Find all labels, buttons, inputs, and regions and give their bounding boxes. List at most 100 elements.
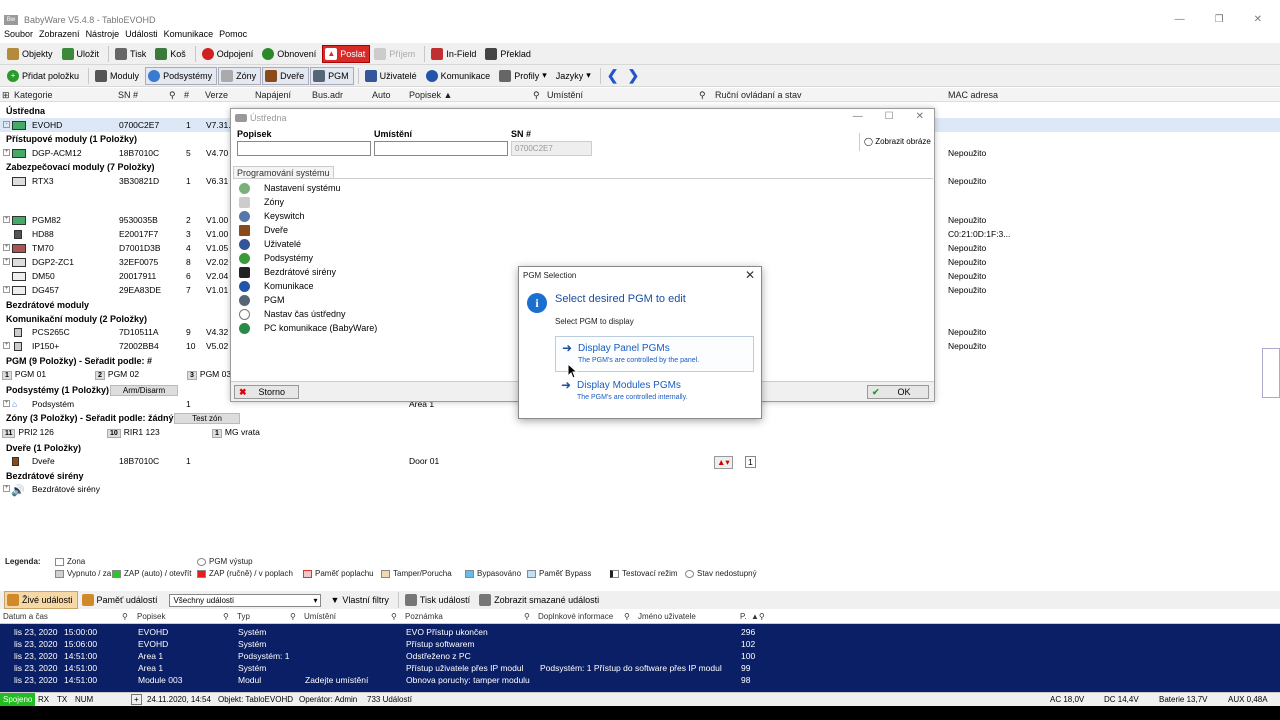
menu-komunikace[interactable]: Komunikace (164, 29, 214, 43)
disconnect-button[interactable]: Odpojení (199, 45, 259, 63)
zone-item[interactable]: 1 MG vrata (212, 427, 260, 438)
col-busadr[interactable]: Bus.adr (312, 90, 343, 100)
tree-row[interactable]: Dveře 18B7010C 1 Door 01 ▲▾ 1 (0, 454, 1280, 469)
prog-item[interactable]: Dveře (239, 223, 288, 237)
prog-item[interactable]: PC komunikace (BabyWare) (239, 321, 377, 335)
search-icon[interactable]: ⚲ (391, 612, 397, 621)
col-rucni[interactable]: Ruční ovládaní a stav (715, 90, 802, 100)
prog-item[interactable]: Bezdrátové sirény (239, 265, 336, 279)
minimize-icon[interactable]: — (853, 111, 863, 122)
prog-item[interactable]: Zóny (239, 195, 284, 209)
event-row[interactable]: lis 23, 2020 14:51:00 Area 1 Systém Přístu… (0, 662, 1280, 674)
receive-button[interactable]: Příjem (371, 45, 420, 63)
zone-item[interactable]: 11 PRI2 126 (2, 427, 54, 438)
display-panel-pgms-option[interactable]: ➜ Display Panel PGMs The PGM's are contr… (555, 336, 754, 372)
search-icon[interactable]: ⚲ (533, 90, 540, 101)
zones-button[interactable]: Zóny (218, 66, 262, 85)
col-ev-jmeno[interactable]: Jméno uživatele (638, 612, 696, 621)
prog-item[interactable]: Uživatelé (239, 237, 301, 251)
event-row[interactable]: lis 23, 2020 14:51:00 Module 003 Modul Zad… (0, 674, 1280, 686)
communication-button[interactable]: Komunikace (423, 67, 496, 85)
plus-icon[interactable]: + (131, 694, 142, 705)
profiles-button[interactable]: Profily ▾ (496, 67, 552, 85)
trash-button[interactable]: Koš (152, 45, 191, 63)
event-row[interactable]: lis 23, 2020 15:06:00 EVOHD Systém Přístup… (0, 638, 1280, 650)
umisteni-input[interactable] (374, 141, 508, 156)
live-events-button[interactable]: Živé události (4, 591, 78, 609)
prog-item[interactable]: Keyswitch (239, 209, 305, 223)
tree-row[interactable]: + 🔊 Bezdrátové sirény (0, 482, 1280, 497)
col-date[interactable]: Datum a čas (3, 612, 48, 621)
search-icon[interactable]: ⚲ (524, 612, 530, 621)
event-memory-button[interactable]: Paměť událostí (79, 591, 163, 609)
col-verze[interactable]: Verze (205, 90, 228, 100)
test-zones-button[interactable]: Test zón (174, 413, 240, 424)
forward-button[interactable]: ❯ (625, 67, 645, 85)
close-icon[interactable]: ✕ (745, 268, 755, 282)
translate-button[interactable]: Překlad (482, 45, 536, 63)
close-window-icon[interactable]: ✕ (1254, 14, 1262, 25)
pgm-item[interactable]: 3 PGM 03 (187, 369, 231, 380)
door-control-dropdown[interactable]: ▲▾ (714, 456, 733, 469)
minimize-icon[interactable]: — (1175, 14, 1185, 25)
users-button[interactable]: Uživatelé (362, 67, 422, 85)
save-button[interactable]: Uložit (59, 45, 105, 63)
zone-item[interactable]: 10 RIR1 123 (107, 427, 160, 438)
maximize-icon[interactable]: ☐ (885, 111, 894, 122)
arm-disarm-button[interactable]: Arm/Disarm (110, 385, 178, 396)
display-modules-pgms-option[interactable]: ➜ Display Modules PGMs The PGM's are con… (555, 374, 754, 410)
col-popisek[interactable]: Popisek ▲ (409, 90, 452, 100)
pgm-item[interactable]: 1 PGM 01 (2, 369, 46, 380)
menu-udalosti[interactable]: Události (125, 29, 158, 43)
search-icon[interactable]: ⚲ (699, 90, 706, 101)
col-auto[interactable]: Auto (372, 90, 391, 100)
search-icon[interactable]: ⚲ (290, 612, 296, 621)
search-icon[interactable]: ⚲ (223, 612, 229, 621)
send-button[interactable]: ▲ Poslat (322, 44, 371, 63)
cancel-button[interactable]: ✖ Storno (234, 385, 299, 399)
popisek-input[interactable] (237, 141, 371, 156)
col-ev-umisteni[interactable]: Umístění (304, 612, 336, 621)
prog-item[interactable]: Podsystémy (239, 251, 313, 265)
ok-button[interactable]: ✔ OK (867, 385, 929, 399)
objects-button[interactable]: Objekty (4, 45, 58, 63)
menu-zobrazeni[interactable]: Zobrazení (39, 29, 80, 43)
prog-item[interactable]: Nastav čas ústředny (239, 307, 346, 321)
search-icon[interactable]: ⚲ (122, 612, 128, 621)
event-row[interactable]: lis 23, 2020 15:00:00 EVOHD Systém EVO Pří… (0, 626, 1280, 638)
close-icon[interactable]: ✕ (916, 111, 924, 122)
show-deleted-events-button[interactable]: Zobrazit smazané události (476, 591, 604, 609)
event-row[interactable]: lis 23, 2020 14:51:00 Area 1 Podsystém: 1 … (0, 650, 1280, 662)
menu-soubor[interactable]: Soubor (4, 29, 33, 43)
col-napajeni[interactable]: Napájení (255, 90, 291, 100)
custom-filters-button[interactable]: ▼ Vlastní filtry (327, 591, 393, 609)
col-ev-popisek[interactable]: Popisek (137, 612, 165, 621)
col-ev-poznamka[interactable]: Poznámka (405, 612, 443, 621)
infield-button[interactable]: In-Field (428, 45, 481, 63)
col-sn[interactable]: SN # (118, 90, 138, 100)
menu-nastroje[interactable]: Nástroje (86, 29, 120, 43)
modules-button[interactable]: Moduly (92, 67, 144, 85)
refresh-button[interactable]: Obnovení (259, 45, 321, 63)
languages-button[interactable]: Jazyky ▾ (553, 67, 596, 85)
col-num[interactable]: # (184, 90, 189, 100)
pgm-item[interactable]: 2 PGM 02 (95, 369, 139, 380)
search-icon[interactable]: ⚲ (169, 90, 176, 101)
col-umisteni[interactable]: Umístění (547, 90, 583, 100)
col-kategorie[interactable]: Kategorie (14, 90, 53, 100)
col-mac[interactable]: MAC adresa (948, 90, 998, 100)
restore-icon[interactable]: ❐ (1215, 14, 1224, 25)
event-filter-select[interactable]: Všechny události ▾ (169, 593, 322, 607)
show-images-toggle[interactable]: ◯ Zobrazit obráze (859, 133, 933, 151)
menu-pomoc[interactable]: Pomoc (219, 29, 247, 43)
doors-button[interactable]: Dveře (262, 66, 310, 85)
back-button[interactable]: ❮ (604, 67, 624, 85)
partitions-button[interactable]: Podsystémy (145, 66, 218, 85)
print-events-button[interactable]: Tisk událostí (402, 591, 475, 609)
col-ev-typ[interactable]: Typ (237, 612, 250, 621)
col-ev-p[interactable]: P. (740, 612, 747, 621)
add-item-button[interactable]: + Přidat položku (4, 67, 84, 85)
prog-item[interactable]: Nastavení systému (239, 181, 341, 195)
print-button[interactable]: Tisk (112, 45, 151, 63)
search-icon[interactable]: ⚲ (624, 612, 630, 621)
